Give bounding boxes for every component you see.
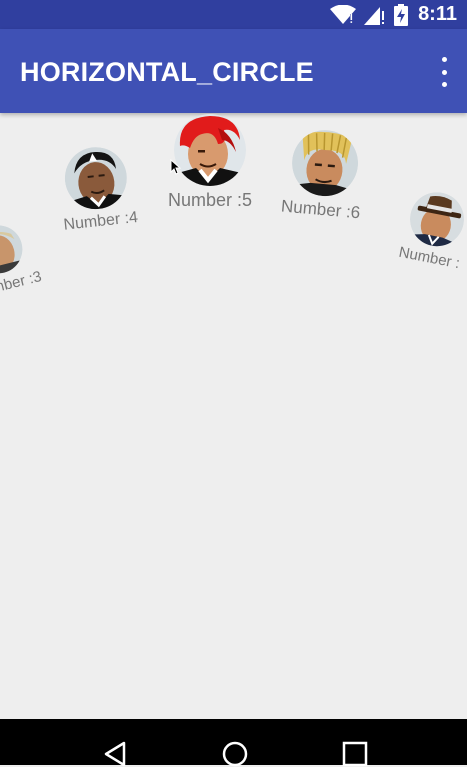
navigation-bar bbox=[0, 719, 467, 767]
battery-charging-icon bbox=[394, 3, 409, 26]
black-haired-character-avatar bbox=[65, 147, 131, 213]
wheel-item-6[interactable]: Number :6 bbox=[280, 127, 367, 224]
wifi-icon bbox=[330, 4, 357, 24]
wheel-item-label: Number :6 bbox=[280, 196, 362, 223]
app-bar: HORIZONTAL_CIRCLE bbox=[0, 29, 467, 113]
mouse-cursor-icon bbox=[170, 159, 181, 175]
wheel-item-4[interactable]: Number :4 bbox=[56, 143, 139, 234]
wheel-item-label: Number :4 bbox=[62, 208, 139, 234]
wheel-item-7[interactable]: Number :7 bbox=[397, 187, 467, 272]
wheel-item-label: Number :3 bbox=[0, 268, 44, 302]
recents-icon[interactable] bbox=[342, 741, 368, 767]
overflow-menu-icon[interactable] bbox=[437, 57, 451, 87]
signal-icon bbox=[364, 6, 385, 25]
wheel-item-label: Number :7 bbox=[397, 243, 462, 273]
wheel-item-3[interactable]: Number :3 bbox=[0, 218, 44, 302]
circle-wheel-content[interactable]: Number :3 Number :4 Number :5 Number:6 … bbox=[0, 113, 467, 719]
app-title: HORIZONTAL_CIRCLE bbox=[20, 57, 314, 87]
status-bar: 8:11 bbox=[0, 0, 467, 29]
fedora-hat-character-avatar bbox=[405, 192, 465, 251]
light-haired-character-avatar bbox=[0, 225, 28, 279]
blonde-flattop-character-avatar bbox=[288, 130, 358, 199]
red-haired-character-avatar bbox=[174, 114, 247, 186]
back-icon[interactable] bbox=[102, 741, 128, 767]
wheel-item-label: Number :5 bbox=[168, 190, 253, 210]
home-icon[interactable] bbox=[222, 741, 248, 767]
status-icons: 8:11 bbox=[330, 0, 457, 29]
status-time: 8:11 bbox=[418, 3, 457, 25]
